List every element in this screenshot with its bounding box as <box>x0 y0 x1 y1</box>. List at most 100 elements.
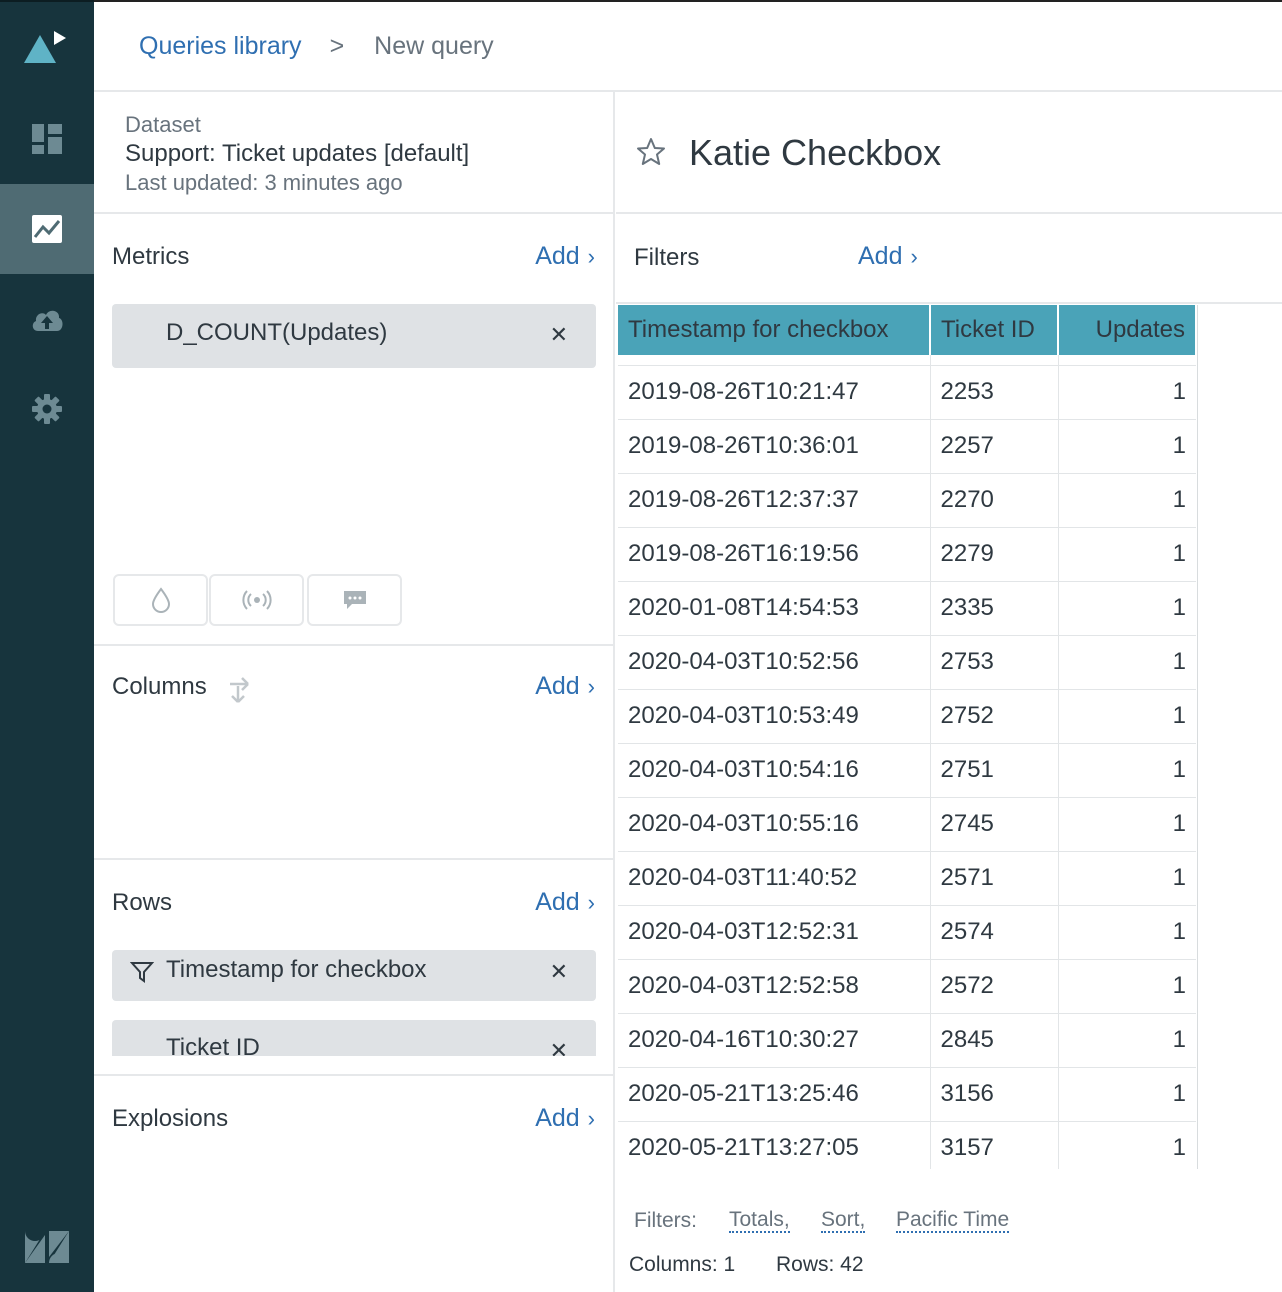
table-row[interactable]: 2019-08-26T16:19:56 2279 1 <box>618 527 1196 582</box>
table-row[interactable]: 2020-01-08T14:54:53 2335 1 <box>618 581 1196 636</box>
remove-row-icon[interactable]: ✕ <box>550 1038 568 1056</box>
row-pill[interactable]: Timestamp for checkbox ✕ <box>112 950 596 1001</box>
filters-add-label: Add <box>858 242 903 270</box>
dataset-info[interactable]: Dataset Support: Ticket updates [default… <box>94 92 613 214</box>
dataset-updated: Last updated: 3 minutes ago <box>125 170 403 195</box>
table-row[interactable]: 2019-08-26T12:37:37 2270 1 <box>618 473 1196 528</box>
cell-ticket-id: 3156 <box>930 1067 1058 1122</box>
explosions-add-button[interactable]: Add › <box>535 1104 595 1133</box>
swap-icon[interactable] <box>224 672 256 704</box>
footer-timezone-link[interactable]: Pacific Time <box>896 1209 1010 1233</box>
cell-updates: 1 <box>1057 1013 1196 1068</box>
divider <box>94 858 613 860</box>
query-title[interactable]: Katie Checkbox <box>689 132 941 174</box>
results-table-container[interactable]: Timestamp for checkbox Ticket ID Updates… <box>618 305 1198 1169</box>
broadcast-icon <box>241 590 272 610</box>
cell-updates: 1 <box>1057 851 1196 906</box>
row-pill[interactable]: Ticket ID ✕ <box>112 1020 596 1056</box>
metrics-title: Metrics <box>112 243 190 270</box>
zendesk-logo[interactable] <box>0 1202 94 1292</box>
drop-icon <box>151 587 170 613</box>
chevron-right-icon: › <box>587 1105 595 1131</box>
metrics-add-label: Add <box>535 242 580 270</box>
metric-pill[interactable]: D_COUNT(Updates) ✕ <box>112 304 596 368</box>
logo[interactable] <box>0 2 94 92</box>
cell-timestamp: 2020-04-03T10:55:16 <box>618 797 931 852</box>
query-builder-panel: Dataset Support: Ticket updates [default… <box>94 92 615 1292</box>
cell-ticket-id: 2279 <box>930 527 1058 582</box>
cell-timestamp: 2020-01-08T14:54:53 <box>618 581 931 636</box>
metric-pill-label: D_COUNT(Updates) <box>166 319 388 346</box>
cell-updates: 1 <box>1057 419 1196 474</box>
cell-updates: 1 <box>1057 473 1196 528</box>
table-row[interactable]: 2020-05-21T13:27:05 3157 1 <box>618 1121 1196 1169</box>
column-header-updates[interactable]: Updates <box>1058 305 1197 355</box>
dataset-label: Dataset <box>125 112 201 137</box>
rows-add-label: Add <box>535 888 580 916</box>
cell-timestamp: 2020-04-03T10:54:16 <box>618 743 931 798</box>
footer-filters-label: Filters: <box>634 1209 697 1232</box>
breadcrumb-queries-library[interactable]: Queries library <box>139 32 302 61</box>
sidebar-item-settings[interactable] <box>0 364 94 454</box>
query-title-bar: Katie Checkbox <box>616 92 1282 214</box>
table-row[interactable]: 2020-04-03T12:52:58 2572 1 <box>618 959 1196 1014</box>
cell-updates: 1 <box>1057 1121 1196 1169</box>
table-row[interactable]: 2020-04-03T10:55:16 2745 1 <box>618 797 1196 852</box>
breadcrumb: Queries library > New query <box>139 32 494 61</box>
comment-button[interactable] <box>307 574 402 626</box>
cell-timestamp: 2020-05-21T13:25:46 <box>618 1067 931 1122</box>
sidebar-item-queries[interactable] <box>0 184 94 274</box>
cell-updates: 1 <box>1057 797 1196 852</box>
columns-add-label: Add <box>535 672 580 700</box>
remove-metric-icon[interactable]: ✕ <box>550 322 568 348</box>
table-row[interactable]: 2020-04-03T10:53:49 2752 1 <box>618 689 1196 744</box>
table-row[interactable]: 2020-04-03T10:54:16 2751 1 <box>618 743 1196 798</box>
table-row[interactable]: 2019-08-26T10:36:01 2257 1 <box>618 419 1196 474</box>
row-pill-label: Timestamp for checkbox <box>166 956 427 983</box>
table-row[interactable]: 2020-05-21T13:25:46 3156 1 <box>618 1067 1196 1122</box>
remove-row-icon[interactable]: ✕ <box>550 959 568 985</box>
cell-updates: 1 <box>1057 365 1196 420</box>
signal-button[interactable] <box>209 574 304 626</box>
rows-title: Rows <box>112 889 173 916</box>
footer-sort-link[interactable]: Sort, <box>821 1209 866 1233</box>
footer-totals-link[interactable]: Totals, <box>729 1209 790 1233</box>
cell-timestamp: 2020-05-21T13:27:05 <box>618 1121 931 1169</box>
sidebar-item-datasets[interactable] <box>0 274 94 364</box>
footer-rows-count: Rows: 42 <box>776 1253 864 1276</box>
table-row[interactable]: 2020-04-03T11:40:52 2571 1 <box>618 851 1196 906</box>
cell-timestamp: 2020-04-03T11:40:52 <box>618 851 931 906</box>
cell-ticket-id: 2745 <box>930 797 1058 852</box>
explore-logo-icon <box>24 31 66 63</box>
column-header-timestamp[interactable]: Timestamp for checkbox <box>618 305 931 355</box>
columns-title: Columns <box>112 673 207 700</box>
cell-updates: 1 <box>1057 959 1196 1014</box>
chevron-right-icon: › <box>587 889 595 915</box>
cloud-upload-icon <box>32 310 63 331</box>
sidebar-item-dashboards[interactable] <box>0 94 94 184</box>
cell-ticket-id: 2572 <box>930 959 1058 1014</box>
header: Queries library > New query <box>94 0 1282 92</box>
dataset-name: Support: Ticket updates [default] <box>125 140 470 167</box>
columns-add-button[interactable]: Add › <box>535 672 595 701</box>
cell-ticket-id: 2571 <box>930 851 1058 906</box>
table-row[interactable]: 2020-04-16T10:30:27 2845 1 <box>618 1013 1196 1068</box>
gear-icon <box>32 394 62 424</box>
table-row[interactable]: 2019-08-26T10:21:47 2253 1 <box>618 365 1196 420</box>
color-button[interactable] <box>113 574 208 626</box>
cell-ticket-id: 2753 <box>930 635 1058 690</box>
rows-add-button[interactable]: Add › <box>535 888 595 917</box>
cell-ticket-id: 2257 <box>930 419 1058 474</box>
cell-timestamp: 2019-08-26T10:36:01 <box>618 419 931 474</box>
cell-timestamp: 2020-04-03T12:52:58 <box>618 959 931 1014</box>
cell-timestamp: 2019-08-26T16:19:56 <box>618 527 931 582</box>
table-row[interactable]: 2020-04-03T12:52:31 2574 1 <box>618 905 1196 960</box>
column-header-ticket-id[interactable]: Ticket ID <box>930 305 1059 355</box>
table-row[interactable]: 2020-04-03T10:52:56 2753 1 <box>618 635 1196 690</box>
cell-updates: 1 <box>1057 527 1196 582</box>
filters-add-button[interactable]: Add › <box>858 242 918 271</box>
breadcrumb-separator: > <box>329 32 345 60</box>
cell-updates: 1 <box>1057 581 1196 636</box>
metrics-add-button[interactable]: Add › <box>535 242 595 271</box>
star-icon[interactable] <box>636 137 666 167</box>
